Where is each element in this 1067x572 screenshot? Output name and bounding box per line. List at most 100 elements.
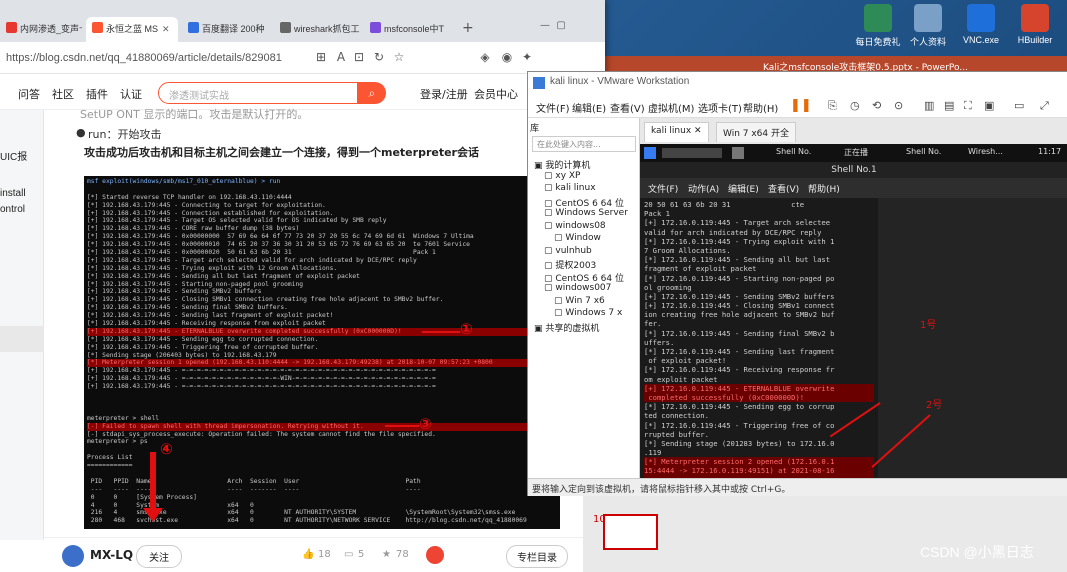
browser-tab-1[interactable]: 内网渗透_变声卡	[0, 17, 82, 42]
nav-item-plugin[interactable]: 插件	[86, 86, 108, 102]
library-tree-item[interactable]: ▢ Win 7 x6	[554, 296, 605, 306]
bookmark-star-icon[interactable]: ☆	[392, 50, 406, 64]
search-button[interactable]: ⌕	[358, 82, 386, 104]
grid-icon[interactable]: ⊡	[352, 50, 366, 64]
library-tree-item[interactable]: ▢ Window	[554, 233, 601, 243]
browser-tab-3[interactable]: 百度翻译 200种	[182, 17, 274, 42]
desktop-icon-vnc[interactable]: VNC.exe	[958, 4, 1004, 45]
workspace-icon[interactable]	[662, 148, 722, 158]
star-icon[interactable]: ★	[382, 549, 391, 560]
close-tab-icon[interactable]: ✕	[162, 24, 170, 34]
shell-menu-edit[interactable]: 编辑(E)	[728, 182, 759, 195]
snapshot-icon[interactable]: ◷	[850, 99, 860, 112]
guest-screen[interactable]: Shell No. 正在播 Shell No. Wiresh... 11:17 …	[640, 144, 1067, 478]
desktop-icon-daily[interactable]: 每日免费礼	[855, 4, 901, 48]
shell-menu-view[interactable]: 查看(V)	[768, 182, 799, 195]
pause-icon[interactable]: ❚❚	[790, 98, 812, 113]
taskbar-item[interactable]: Shell No.	[776, 147, 811, 156]
vm-tab-win7[interactable]: Win 7 x64 开全	[716, 122, 796, 142]
left-item[interactable]: ontrol	[0, 204, 25, 215]
shell-menu-file[interactable]: 文件(F)	[648, 182, 678, 195]
thumbnail-icon[interactable]: ▤	[944, 99, 954, 112]
shell-output[interactable]: 20 50 61 63 6b 20 31 cte Pack 1 [+] 172.16…	[640, 198, 878, 478]
toc-button[interactable]: 专栏目录	[506, 545, 568, 568]
library-tree-item[interactable]: ▢ kali linux	[544, 183, 596, 193]
search-input[interactable]: 渗透测试实战	[158, 82, 358, 104]
vm-library: 库 在此处键入内容... ▣ 我的计算机 ▢ xy XP ▢ kali linux ▢…	[528, 118, 640, 478]
new-tab-icon[interactable]: +	[462, 20, 474, 36]
manage-icon[interactable]: ⊙	[894, 99, 903, 112]
library-toggle-icon[interactable]: ▥	[924, 99, 934, 112]
author-bar: MX-LQ 关注 👍 18 ▭ 5 ★ 78 专栏目录	[44, 537, 605, 572]
library-tree-item[interactable]: ▢ windows08	[544, 221, 606, 231]
terminal-line: PID PPID Name Arch Session User Path	[87, 477, 421, 485]
revert-icon[interactable]: ⟲	[872, 99, 881, 112]
nav-item-cert[interactable]: 认证	[120, 86, 142, 102]
vm-tab-kali[interactable]: kali linux ✕	[644, 122, 709, 142]
taskbar-item[interactable]: Shell No.	[906, 147, 941, 156]
app-icon[interactable]	[732, 147, 744, 159]
nav-login[interactable]: 登录/注册	[420, 86, 468, 102]
taskbar-item[interactable]: Wiresh...	[968, 147, 1003, 156]
extension-icon[interactable]: ◈	[478, 50, 492, 64]
stretch-icon[interactable]: ⤢	[1040, 99, 1049, 113]
shell-menu-action[interactable]: 动作(A)	[688, 182, 719, 195]
library-tree-item[interactable]: ▢ Windows 7 x	[554, 308, 622, 318]
browser-tab-2[interactable]: 永恒之蓝 MS ✕	[86, 17, 178, 42]
unity-icon[interactable]: ▣	[984, 99, 994, 112]
like-icon[interactable]: 👍	[302, 549, 314, 560]
menu-edit[interactable]: 编辑(E)	[572, 100, 606, 115]
url-input[interactable]: https://blog.csdn.net/qq_41880069/articl…	[6, 49, 306, 67]
puzzle-icon[interactable]: ✦	[520, 50, 534, 64]
send-keys-icon[interactable]: ⎘	[828, 99, 837, 113]
slide-thumbnail[interactable]	[603, 514, 658, 550]
taskbar-item[interactable]: 正在播	[844, 147, 868, 158]
nav-vip[interactable]: 会员中心	[474, 86, 518, 102]
menu-vm[interactable]: 虚拟机(M)	[648, 100, 694, 115]
browser-tab-5[interactable]: msfconsole中T	[364, 17, 454, 42]
menu-file[interactable]: 文件(F)	[536, 100, 570, 115]
library-tree-item[interactable]: ▢ xy XP	[544, 171, 580, 181]
kali-menu-icon[interactable]	[644, 147, 656, 159]
library-tree-label: vulnhub	[555, 245, 592, 256]
console-icon[interactable]: ▭	[1014, 99, 1024, 112]
library-search-input[interactable]: 在此处键入内容...	[532, 136, 636, 152]
shell-line: [*] 172.16.0.119:445 - Sending all but l…	[644, 255, 831, 265]
shell-line: of exploit packet!	[644, 356, 727, 366]
menu-view[interactable]: 查看(V)	[610, 100, 645, 115]
library-tree-item[interactable]: ▢ vulnhub	[544, 246, 592, 256]
browser-tab-4[interactable]: wireshark抓包工	[274, 17, 364, 42]
reward-icon[interactable]	[426, 546, 444, 564]
nav-item-community[interactable]: 社区	[52, 86, 74, 102]
library-tree-item[interactable]: ▢ CentOS 6 64 位	[544, 271, 624, 284]
shell-menu-help[interactable]: 帮助(H)	[808, 182, 840, 195]
left-item[interactable]: UIC报	[0, 148, 27, 163]
window-controls-icon[interactable]: — ▢	[540, 20, 566, 31]
library-tree-item[interactable]: ▣ 共享的虚拟机	[534, 321, 599, 334]
desktop-icon-hbuilder[interactable]: HBuilder	[1012, 4, 1058, 45]
menu-tabs[interactable]: 选项卡(T)	[698, 100, 742, 115]
close-icon[interactable]: ✕	[694, 126, 702, 136]
library-tree-item[interactable]: ▢ windows007	[544, 283, 611, 293]
library-tree-item[interactable]: ▢ CentOS 6 64 位	[544, 196, 624, 209]
shield-icon[interactable]: ◉	[500, 50, 514, 64]
follow-button[interactable]: 关注	[136, 545, 182, 568]
comment-icon[interactable]: ▭	[344, 549, 353, 560]
desktop-icon-profile[interactable]: 个人资料	[905, 4, 951, 48]
author-name[interactable]: MX-LQ	[90, 548, 133, 562]
fullscreen-icon[interactable]: ⛶	[964, 99, 972, 113]
library-tree-item[interactable]: ▢ 提权2003	[544, 258, 596, 271]
avatar[interactable]	[62, 545, 84, 567]
menu-help[interactable]: 帮助(H)	[743, 100, 778, 115]
vmware-logo-icon	[533, 77, 545, 89]
library-tree-item[interactable]: ▣ 我的计算机	[534, 158, 590, 171]
left-item[interactable]: install	[0, 188, 26, 199]
refresh-icon[interactable]: ↻	[372, 50, 386, 64]
nav-item-qa[interactable]: 问答	[18, 86, 40, 102]
library-tree-item[interactable]: ▢ Windows Server	[544, 208, 628, 218]
a-text-icon[interactable]: A	[334, 50, 348, 64]
vm-tab-label: kali linux	[651, 126, 692, 136]
library-tree-label: kali linux	[555, 183, 596, 193]
read-mode-icon[interactable]: ⊞	[314, 50, 328, 64]
